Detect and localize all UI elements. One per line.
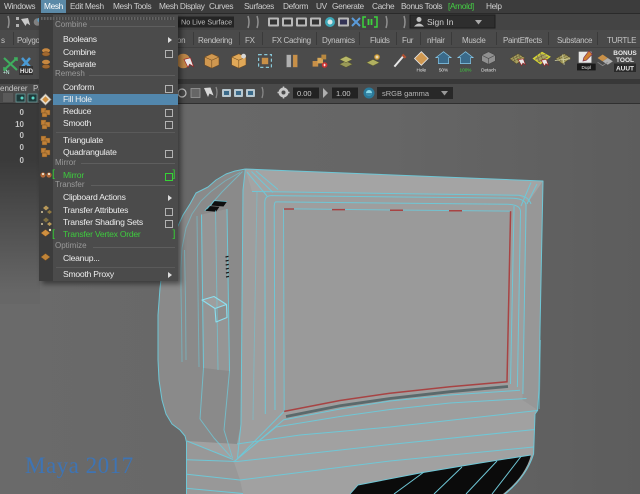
svg-text:Detach: Detach: [481, 67, 496, 72]
svg-text:+N: +N: [3, 70, 10, 76]
svg-text:No Live Surface: No Live Surface: [181, 18, 232, 27]
svg-text:sRGB gamma: sRGB gamma: [382, 89, 430, 98]
svg-text:Sign In: Sign In: [427, 17, 454, 27]
svg-text:Hole: Hole: [417, 67, 427, 72]
svg-text:100%: 100%: [460, 67, 472, 72]
svg-text:Dupl: Dupl: [582, 65, 592, 70]
svg-text:BONUS: BONUS: [613, 50, 637, 57]
svg-text:0.00: 0.00: [297, 89, 312, 98]
svg-text:AUUT: AUUT: [616, 66, 634, 73]
svg-text:1.00: 1.00: [336, 89, 351, 98]
svg-text:TOOL: TOOL: [616, 57, 634, 64]
svg-text:enderer: enderer: [0, 84, 28, 93]
svg-text:HUD: HUD: [20, 69, 34, 75]
svg-text:50%: 50%: [439, 67, 448, 72]
